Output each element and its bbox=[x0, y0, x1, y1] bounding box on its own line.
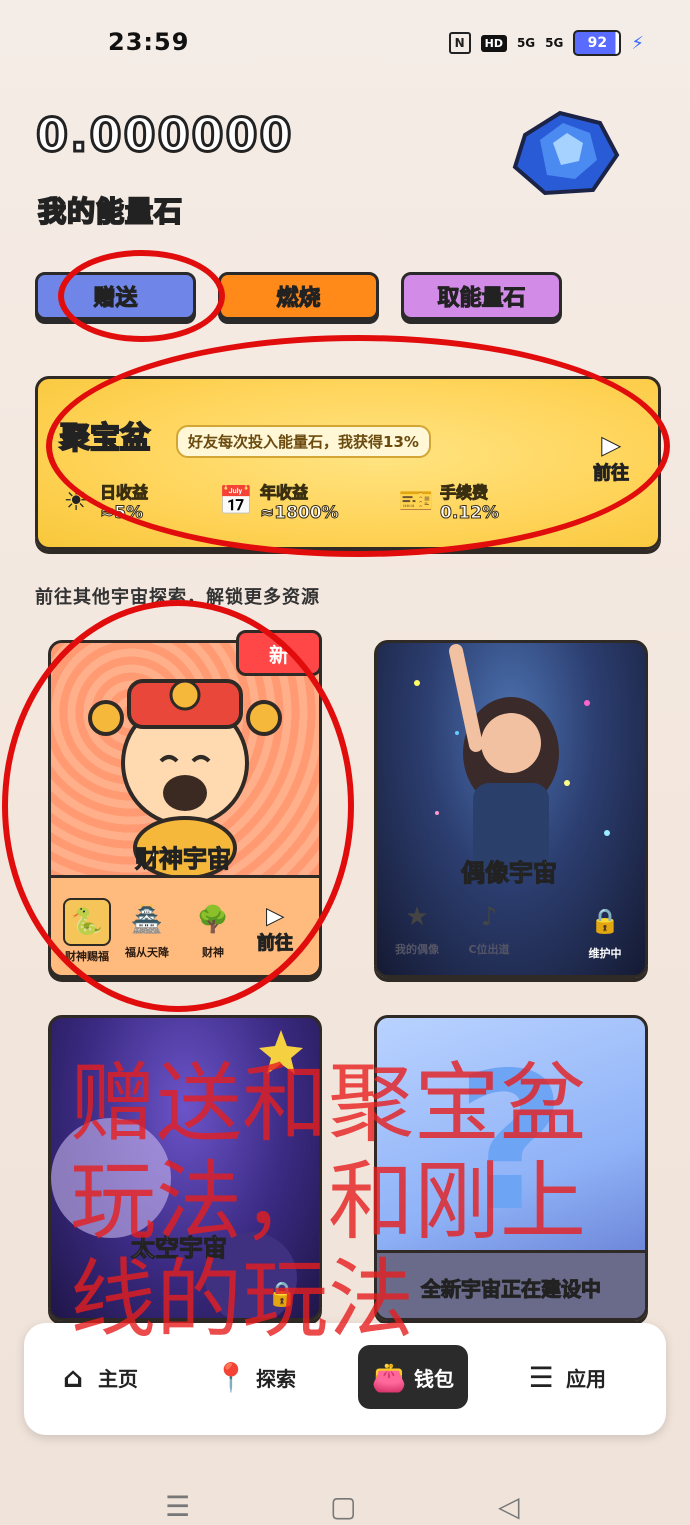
wealth-universe-art: 财神宇宙 bbox=[51, 643, 319, 880]
daily-yield-value: ≈5% bbox=[99, 503, 144, 524]
my-energy-stone-label: 我的能量石 bbox=[37, 194, 184, 229]
menu-icon[interactable]: ☰ bbox=[165, 1490, 190, 1523]
hd-icon: HD bbox=[480, 34, 507, 52]
maintenance-status: 🔒 维护中 bbox=[583, 899, 627, 961]
nav-explore-label: 探索 bbox=[256, 1366, 296, 1391]
signal-icon-2: 5G bbox=[545, 36, 564, 50]
treasure-bowl-title: 聚宝盆 bbox=[59, 420, 151, 457]
status-icons: N HD 5G 5G 92 ⚡ bbox=[448, 30, 644, 56]
wealth-blessing-item[interactable]: 🐍 财神赐福 bbox=[63, 898, 111, 964]
wealth-go-label: 前往 bbox=[257, 933, 294, 955]
fortune-falls-item[interactable]: 🏯 福从天降 bbox=[125, 898, 169, 960]
maintenance-label: 维护中 bbox=[588, 947, 622, 960]
tree-icon: 🌳 bbox=[196, 905, 230, 935]
fee-stat: 🎫 手续费 0.12% bbox=[398, 479, 500, 524]
c-debut-label: C位出道 bbox=[468, 943, 510, 956]
nav-home[interactable]: ⌂ 主页 bbox=[56, 1345, 138, 1409]
wealth-go-button[interactable]: ▶ 前往 bbox=[257, 904, 294, 955]
energy-balance: 0.000000 bbox=[35, 107, 294, 164]
nav-wallet[interactable]: 👛 钱包 bbox=[358, 1345, 468, 1409]
fee-label: 手续费 bbox=[440, 483, 489, 503]
annotation-text: 赠送和聚宝盆玩法，和刚上线的玩法 bbox=[70, 1054, 586, 1350]
daily-yield-label: 日收益 bbox=[99, 483, 149, 503]
take-energy-stone-button[interactable]: 取能量石 bbox=[401, 272, 562, 320]
nav-apps-label: 应用 bbox=[566, 1366, 606, 1391]
blue-gem-icon bbox=[505, 105, 625, 200]
lock-icon: 🔒 bbox=[590, 907, 620, 935]
give-button[interactable]: 赠送 bbox=[35, 272, 196, 320]
wealth-god-item[interactable]: 🌳 财神 bbox=[191, 898, 235, 960]
music-note-icon: ♪ bbox=[480, 902, 498, 932]
wealth-blessing-label: 财神赐福 bbox=[65, 950, 109, 963]
my-idol-label: 我的偶像 bbox=[395, 943, 439, 956]
wealth-universe-name: 财神宇宙 bbox=[135, 845, 232, 874]
explore-section-title: 前往其他宇宙探索，解锁更多资源 bbox=[35, 587, 320, 608]
treasure-go-button[interactable]: ▶ 前往 bbox=[588, 431, 634, 491]
wealth-universe-card[interactable]: 财神宇宙 🐍 财神赐福 🏯 福从天降 🌳 财神 ▶ 前往 bbox=[48, 640, 322, 978]
idol-universe-name: 偶像宇宙 bbox=[461, 859, 558, 888]
annual-yield-value: ≈1800% bbox=[260, 503, 340, 524]
idol-universe-card[interactable]: 偶像宇宙 ★ 我的偶像 ♪ C位出道 🔒 维护中 bbox=[374, 640, 648, 978]
home-icon: ⌂ bbox=[62, 1360, 84, 1394]
my-idol-item[interactable]: ★ 我的偶像 bbox=[395, 895, 439, 957]
temple-icon: 🏯 bbox=[130, 905, 164, 935]
ticket-icon: 🎫 bbox=[398, 484, 434, 517]
charging-icon: ⚡ bbox=[631, 32, 644, 54]
play-icon: ▶ bbox=[601, 431, 621, 460]
annual-yield-stat: 📅 年收益 ≈1800% bbox=[218, 479, 340, 524]
fee-value: 0.12% bbox=[440, 503, 500, 524]
treasure-bowl-description: 好友每次投入能量石，我获得13% bbox=[176, 425, 431, 458]
play-icon: ▶ bbox=[266, 904, 284, 930]
layers-icon: ☰ bbox=[528, 1360, 554, 1394]
wealth-god-label: 财神 bbox=[202, 946, 224, 959]
snake-icon: 🐍 bbox=[63, 898, 111, 946]
signal-icon-1: 5G bbox=[516, 36, 536, 50]
burn-button[interactable]: 燃烧 bbox=[218, 272, 379, 320]
c-debut-item[interactable]: ♪ C位出道 bbox=[467, 895, 511, 957]
daily-yield-stat: ☀ 日收益 ≈5% bbox=[58, 479, 149, 524]
star-icon: ★ bbox=[405, 902, 429, 932]
fortune-falls-label: 福从天降 bbox=[125, 946, 169, 959]
treasure-go-label: 前往 bbox=[593, 463, 630, 485]
nav-wallet-label: 钱包 bbox=[414, 1366, 454, 1391]
sun-icon: ☀ bbox=[63, 484, 89, 517]
back-icon[interactable]: ◁ bbox=[498, 1490, 520, 1523]
annual-yield-label: 年收益 bbox=[260, 483, 309, 503]
nfc-icon: N bbox=[448, 32, 471, 54]
wallet-icon: 👛 bbox=[371, 1360, 407, 1394]
new-badge: 新 bbox=[236, 630, 322, 676]
treasure-bowl-card[interactable]: 聚宝盆 好友每次投入能量石，我获得13% ▶ 前往 ☀ 日收益 ≈5% 📅 年收… bbox=[35, 376, 661, 550]
battery-icon: 92 bbox=[573, 30, 622, 56]
wealth-universe-footer: 🐍 财神赐福 🏯 福从天降 🌳 财神 ▶ 前往 bbox=[51, 875, 319, 975]
nav-explore[interactable]: 📍 探索 bbox=[214, 1345, 296, 1409]
nav-apps[interactable]: ☰ 应用 bbox=[524, 1345, 606, 1409]
status-time: 23:59 bbox=[108, 28, 190, 56]
location-pin-icon: 📍 bbox=[213, 1360, 249, 1394]
home-square-icon[interactable]: ▢ bbox=[330, 1490, 356, 1523]
calendar-icon: 📅 bbox=[218, 484, 254, 517]
nav-home-label: 主页 bbox=[98, 1366, 138, 1391]
